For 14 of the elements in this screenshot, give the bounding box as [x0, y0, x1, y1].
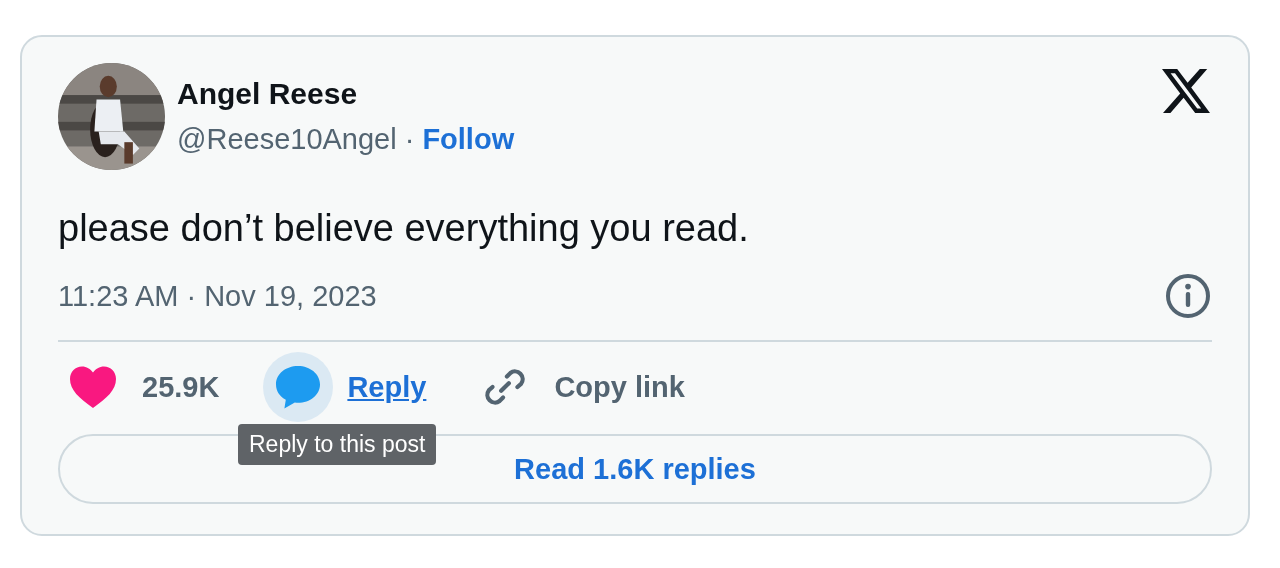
like-count[interactable]: 25.9K: [142, 370, 220, 404]
author-name: Angel Reese: [177, 77, 359, 111]
heart-icon: [69, 365, 117, 409]
follow-link[interactable]: Follow: [422, 123, 515, 156]
x-logo-icon[interactable]: [1162, 69, 1210, 113]
info-icon[interactable]: [1164, 272, 1212, 320]
reply-link[interactable]: Reply: [347, 370, 427, 404]
post-timestamp[interactable]: 11:23 AM · Nov 19, 2023: [58, 279, 377, 313]
speech-bubble-icon: [274, 364, 323, 410]
tooltip: Reply to this post: [238, 424, 437, 465]
author-handle: @Reese10Angel: [177, 123, 397, 156]
post-text: please don’t believe everything you read.: [58, 206, 750, 250]
separator-dot: ·: [404, 123, 415, 156]
copy-link[interactable]: Copy link: [554, 370, 685, 404]
